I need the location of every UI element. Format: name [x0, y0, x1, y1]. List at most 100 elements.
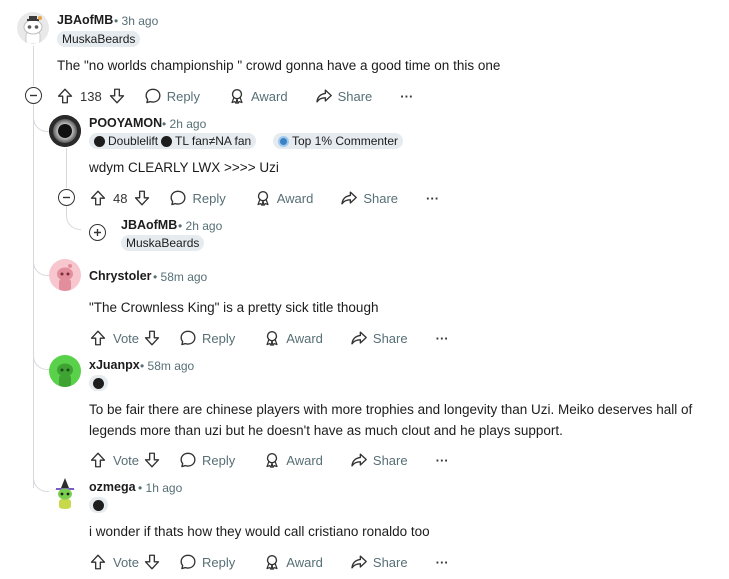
comment-author[interactable]: Chrystoler — [89, 269, 152, 283]
downvote-icon[interactable] — [143, 329, 161, 347]
award-label: Award — [286, 452, 323, 468]
vote-count: 138 — [80, 88, 102, 104]
award-icon — [263, 553, 281, 571]
upvote-icon[interactable] — [89, 189, 107, 207]
minus-icon — [30, 94, 37, 97]
comment-actions: Vote Reply Award Share ··· — [89, 448, 449, 472]
avatar[interactable] — [17, 12, 49, 44]
comment-time[interactable]: • 58m ago — [140, 359, 194, 373]
reply-label: Reply — [192, 190, 226, 206]
user-flair: MuskaBeards — [57, 31, 141, 47]
comment-bubble-icon — [144, 87, 162, 105]
user-flair — [89, 497, 108, 513]
comment-author[interactable]: POOYAMON — [89, 116, 162, 130]
avatar[interactable] — [49, 115, 81, 147]
comment-body-line: legends more than uzi but he doesn't hav… — [89, 423, 563, 438]
snoo-avatar-icon — [57, 363, 73, 387]
more-options-button[interactable]: ··· — [436, 331, 449, 346]
reply-button[interactable]: Reply — [179, 553, 235, 571]
comment-time[interactable]: • 1h ago — [138, 481, 182, 495]
comment-time[interactable]: • 2h ago — [162, 117, 206, 131]
comment-author[interactable]: JBAofMB — [57, 13, 113, 27]
share-button[interactable]: Share — [315, 87, 373, 105]
reply-button[interactable]: Reply — [144, 87, 200, 105]
comment-time[interactable]: • 2h ago — [178, 219, 222, 233]
comment-time[interactable]: • 3h ago — [114, 14, 158, 28]
downvote-icon[interactable] — [108, 87, 126, 105]
user-flair — [89, 375, 108, 391]
witch-avatar-icon — [55, 478, 75, 509]
thread-line-main-lower — [33, 104, 34, 488]
reply-label: Reply — [202, 452, 236, 468]
downvote-icon[interactable] — [143, 451, 161, 469]
reply-button[interactable]: Reply — [179, 451, 235, 469]
tl-flair-icon — [93, 377, 104, 389]
award-button[interactable]: Award — [263, 553, 323, 571]
comment-body: The "no worlds championship " crowd gonn… — [57, 58, 501, 73]
comment-bubble-icon — [169, 189, 187, 207]
badge-text: Top 1% Commenter — [292, 134, 399, 148]
award-button[interactable]: Award — [228, 87, 288, 105]
minus-icon — [63, 196, 70, 199]
upvote-icon[interactable] — [56, 87, 74, 105]
snoo-avatar-icon — [23, 16, 43, 44]
award-icon — [263, 329, 281, 347]
share-icon — [350, 329, 368, 347]
comment-author[interactable]: ozmega — [89, 480, 136, 494]
avatar[interactable] — [49, 477, 81, 509]
comment-body: "The Crownless King" is a pretty sick ti… — [89, 300, 379, 315]
collapse-thread-button[interactable] — [25, 87, 42, 104]
more-options-button[interactable]: ··· — [436, 555, 449, 570]
upvote-icon[interactable] — [89, 451, 107, 469]
award-icon — [228, 87, 246, 105]
avatar[interactable] — [49, 355, 81, 387]
user-flair: Doublelift TL fan≠NA fan — [89, 133, 257, 149]
thread-curve-c6 — [33, 464, 50, 492]
award-button[interactable]: Award — [254, 189, 313, 207]
snoo-avatar-icon — [57, 264, 73, 291]
share-icon — [315, 87, 333, 105]
tl-flair-icon — [161, 135, 173, 147]
collapse-thread-button[interactable] — [58, 189, 75, 206]
share-label: Share — [337, 88, 373, 104]
award-icon — [254, 189, 272, 207]
award-label: Award — [250, 88, 288, 104]
more-options-button[interactable]: ··· — [400, 89, 413, 104]
award-button[interactable]: Award — [263, 451, 323, 469]
share-icon — [350, 451, 368, 469]
upvote-icon[interactable] — [89, 553, 107, 571]
award-button[interactable]: Award — [263, 329, 323, 347]
comment-time[interactable]: • 58m ago — [153, 270, 207, 284]
more-options-button[interactable]: ··· — [436, 453, 449, 468]
award-label: Award — [286, 330, 323, 346]
plus-icon — [94, 229, 101, 236]
vote-count: 48 — [113, 190, 128, 206]
downvote-icon[interactable] — [133, 189, 151, 207]
share-button[interactable]: Share — [350, 553, 408, 571]
upvote-icon[interactable] — [89, 329, 107, 347]
downvote-icon[interactable] — [143, 553, 161, 571]
comment-bubble-icon — [179, 451, 197, 469]
comment-body-line: To be fair there are chinese players wit… — [89, 402, 693, 417]
reply-button[interactable]: Reply — [179, 329, 235, 347]
share-label: Share — [372, 330, 408, 346]
comment-author[interactable]: JBAofMB — [121, 218, 177, 232]
thread-curve-c5 — [33, 340, 50, 370]
top-commenter-badge: Top 1% Commenter — [273, 133, 404, 149]
avatar[interactable] — [49, 259, 81, 291]
expand-thread-button[interactable] — [89, 224, 106, 241]
doublelift-flair-icon — [94, 135, 105, 147]
award-icon — [263, 451, 281, 469]
share-label: Share — [372, 554, 408, 570]
vote-label: Vote — [113, 330, 140, 346]
reply-button[interactable]: Reply — [169, 189, 226, 207]
share-button[interactable]: Share — [340, 189, 398, 207]
more-options-button[interactable]: ··· — [426, 191, 439, 206]
flair-text: TL fan≠NA fan — [175, 134, 252, 148]
thread-curve-c4 — [33, 246, 50, 276]
flair-text: MuskaBeards — [62, 32, 136, 46]
share-button[interactable]: Share — [350, 451, 408, 469]
share-icon — [350, 553, 368, 571]
share-button[interactable]: Share — [350, 329, 408, 347]
comment-author[interactable]: xJuanpx — [89, 358, 140, 372]
